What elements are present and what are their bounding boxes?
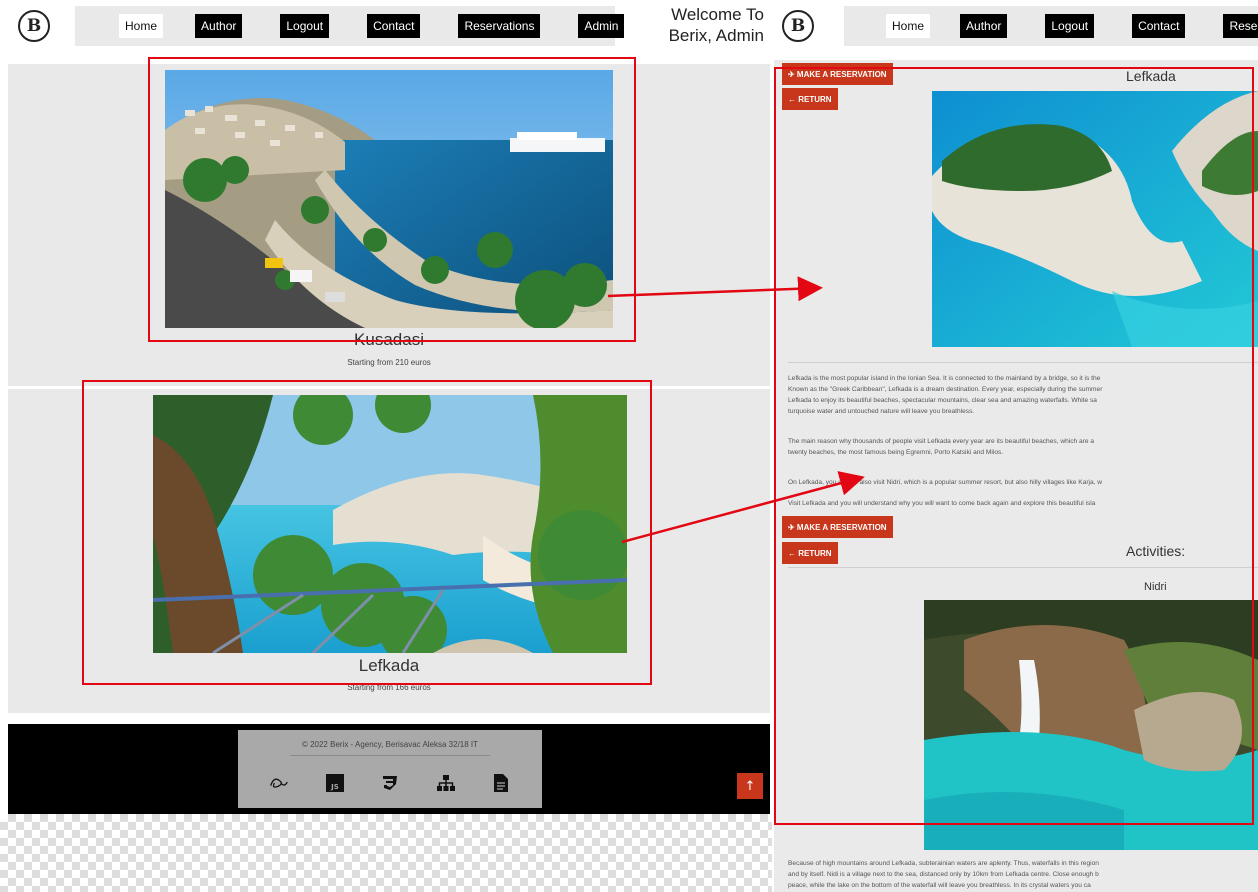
main-navbar-right: Home Author Logout Contact Reservat xyxy=(844,6,1258,46)
activity-name: Nidri xyxy=(1144,581,1167,593)
description-line-6: twenty beaches, the most famous being Eg… xyxy=(788,449,1004,456)
footer-divider xyxy=(290,755,490,756)
welcome-message: Welcome To Berix, Admin xyxy=(668,5,764,45)
kusadasi-photo[interactable] xyxy=(165,70,613,328)
main-navbar: Home Author Logout Contact Reservations … xyxy=(75,6,625,46)
nav-contact[interactable]: Contact xyxy=(367,14,421,38)
make-reservation-button-2[interactable]: ✈ MAKE A RESERVATION xyxy=(782,516,893,538)
destination-title: Lefkada xyxy=(1126,68,1176,84)
nav-reservations[interactable]: Reservations xyxy=(458,14,541,38)
destination-price-lefkada: Starting from 166 euros xyxy=(347,683,431,692)
sass-icon[interactable] xyxy=(268,772,290,794)
description-line-2: Known as the "Greek Caribbean", Lefkada … xyxy=(788,386,1103,393)
transparent-background xyxy=(0,814,772,892)
js-icon[interactable]: JS xyxy=(324,772,346,794)
description-line-7: On Lefkada, you should also visit Nidri,… xyxy=(788,479,1103,486)
lefkada-hero-photo xyxy=(932,91,1258,347)
footer-card: © 2022 Berix - Agency, Berisavac Aleksa … xyxy=(238,730,542,808)
left-screenshot: B Home Author Logout Contact Reservation… xyxy=(0,0,772,892)
nav-author[interactable]: Author xyxy=(195,14,243,38)
nav-logout-right[interactable]: Logout xyxy=(1045,14,1095,38)
nav-admin[interactable]: Admin xyxy=(578,14,625,38)
nav-author-right[interactable]: Author xyxy=(960,14,1008,38)
nidri-waterfall-photo xyxy=(924,600,1258,850)
make-reservation-button[interactable]: ✈ MAKE A RESERVATION xyxy=(782,63,893,85)
footer-tech-icons: JS xyxy=(268,772,512,794)
description-line-5: The main reason why thousands of people … xyxy=(788,438,1095,445)
description-line-3: Lefkada to enjoy its beautiful beaches, … xyxy=(788,397,1097,404)
activities-divider xyxy=(788,567,1258,568)
brand-logo-icon-right[interactable]: B xyxy=(782,10,814,42)
nav-home[interactable]: Home xyxy=(119,14,164,38)
sitemap-icon[interactable] xyxy=(435,772,457,794)
logo-letter-right: B xyxy=(790,16,806,36)
site-footer: © 2022 Berix - Agency, Berisavac Aleksa … xyxy=(8,724,770,814)
destination-price-kusadasi: Starting from 210 euros xyxy=(347,358,431,367)
nav-contact-right[interactable]: Contact xyxy=(1132,14,1186,38)
logo-letter: B xyxy=(26,16,42,36)
description-line-8: Visit Lefkada and you will understand wh… xyxy=(788,500,1096,507)
destination-name-kusadasi: Kusadasi xyxy=(354,330,424,349)
return-button-2[interactable]: ← RETURN xyxy=(782,542,838,564)
scroll-to-top-button[interactable]: ↑ xyxy=(737,773,763,799)
description-line-1: Lefkada is the most popular island in th… xyxy=(788,375,1101,382)
nav-home-right[interactable]: Home xyxy=(886,14,931,38)
activity-description-line-3: peace, while the lake on the bottom of t… xyxy=(788,882,1091,889)
svg-text:JS: JS xyxy=(330,783,339,791)
activity-description-line-2: and by itself. Nidi is a village next to… xyxy=(788,871,1099,878)
description-line-4: turquoise water and untouched nature wil… xyxy=(788,408,975,415)
brand-logo-icon[interactable]: B xyxy=(18,10,50,42)
right-screenshot: B Home Author Logout Contact Reservat ✈ … xyxy=(774,0,1258,892)
nav-reservations-right[interactable]: Reservat xyxy=(1223,14,1258,38)
destination-card-kusadasi[interactable]: Kusadasi Starting from 210 euros xyxy=(8,64,770,386)
document-icon[interactable] xyxy=(490,772,512,794)
destination-name-lefkada: Lefkada xyxy=(358,656,420,675)
activities-title: Activities: xyxy=(1126,543,1186,559)
lefkada-photo[interactable] xyxy=(153,395,627,653)
css3-icon[interactable] xyxy=(379,772,401,794)
arrow-up-icon: ↑ xyxy=(744,778,756,794)
destination-card-lefkada[interactable]: Lefkada Starting from 166 euros xyxy=(8,389,770,713)
copyright-text: © 2022 Berix - Agency, Berisavac Aleksa … xyxy=(301,740,479,749)
activity-description-line-1: Because of high mountains around Lefkada… xyxy=(788,860,1099,867)
nav-logout[interactable]: Logout xyxy=(280,14,330,38)
content-divider xyxy=(788,362,1258,363)
return-button[interactable]: ← RETURN xyxy=(782,88,838,110)
